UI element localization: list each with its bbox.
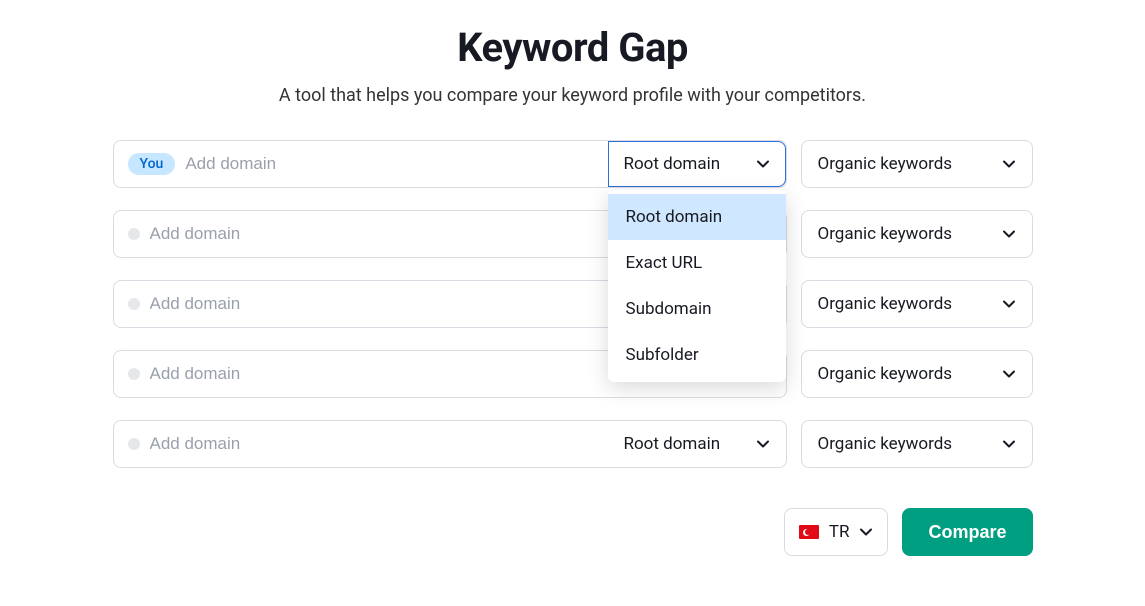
footer-actions: TR Compare bbox=[113, 508, 1033, 556]
you-badge: You bbox=[128, 153, 176, 175]
domain-group: You Root domainRoot domainExact URLSubdom… bbox=[113, 140, 787, 188]
competitor-dot-icon bbox=[128, 228, 140, 240]
keywords-select[interactable]: Organic keywords bbox=[801, 280, 1033, 328]
domain-row: Root domainOrganic keywords bbox=[113, 280, 1033, 328]
keywords-select[interactable]: Organic keywords bbox=[801, 350, 1033, 398]
chevron-down-icon bbox=[756, 157, 770, 171]
domain-input[interactable] bbox=[150, 434, 594, 454]
scope-selected-label: Root domain bbox=[624, 154, 721, 174]
chevron-down-icon bbox=[1002, 157, 1016, 171]
competitor-dot-icon bbox=[128, 298, 140, 310]
domain-input[interactable] bbox=[150, 364, 594, 384]
competitor-dot-icon bbox=[128, 438, 140, 450]
domain-left bbox=[114, 421, 608, 467]
domain-left bbox=[114, 211, 608, 257]
keywords-selected-label: Organic keywords bbox=[818, 364, 953, 384]
domain-left: You bbox=[114, 141, 608, 187]
chevron-down-icon bbox=[756, 437, 770, 451]
scope-select[interactable]: Root domain bbox=[608, 421, 786, 467]
page-title: Keyword Gap bbox=[113, 24, 1033, 71]
keywords-selected-label: Organic keywords bbox=[818, 434, 953, 454]
scope-option[interactable]: Root domain bbox=[608, 194, 786, 240]
keywords-select[interactable]: Organic keywords bbox=[801, 140, 1033, 188]
scope-dropdown: Root domainExact URLSubdomainSubfolder bbox=[608, 190, 786, 382]
scope-selected-label: Root domain bbox=[624, 434, 721, 454]
flag-tr-icon bbox=[799, 525, 819, 539]
country-select[interactable]: TR bbox=[784, 508, 889, 556]
keywords-select[interactable]: Organic keywords bbox=[801, 210, 1033, 258]
domain-group: Root domain bbox=[113, 420, 787, 468]
keyword-gap-tool: Keyword Gap A tool that helps you compar… bbox=[113, 0, 1033, 556]
scope-option[interactable]: Exact URL bbox=[608, 240, 786, 286]
domain-left bbox=[114, 281, 608, 327]
domain-left bbox=[114, 351, 608, 397]
domain-input[interactable] bbox=[185, 154, 593, 174]
domain-rows: YouRoot domainRoot domainExact URLSubdom… bbox=[113, 140, 1033, 468]
keywords-selected-label: Organic keywords bbox=[818, 294, 953, 314]
domain-row: Root domain Organic keywords bbox=[113, 420, 1033, 468]
domain-row: You Root domainRoot domainExact URLSubdom… bbox=[113, 140, 1033, 188]
keywords-selected-label: Organic keywords bbox=[818, 224, 953, 244]
scope-select[interactable]: Root domainRoot domainExact URLSubdomain… bbox=[608, 141, 786, 187]
chevron-down-icon bbox=[1002, 297, 1016, 311]
country-code: TR bbox=[829, 522, 850, 542]
domain-input[interactable] bbox=[150, 294, 594, 314]
chevron-down-icon bbox=[859, 525, 873, 539]
page-subtitle: A tool that helps you compare your keywo… bbox=[113, 85, 1033, 106]
chevron-down-icon bbox=[1002, 227, 1016, 241]
scope-option[interactable]: Subfolder bbox=[608, 332, 786, 378]
keywords-selected-label: Organic keywords bbox=[818, 154, 953, 174]
keywords-select[interactable]: Organic keywords bbox=[801, 420, 1033, 468]
domain-input[interactable] bbox=[150, 224, 594, 244]
chevron-down-icon bbox=[1002, 367, 1016, 381]
chevron-down-icon bbox=[1002, 437, 1016, 451]
domain-row: Root domainOrganic keywords bbox=[113, 210, 1033, 258]
domain-row: Root domainOrganic keywords bbox=[113, 350, 1033, 398]
compare-button[interactable]: Compare bbox=[902, 508, 1032, 556]
scope-option[interactable]: Subdomain bbox=[608, 286, 786, 332]
competitor-dot-icon bbox=[128, 368, 140, 380]
